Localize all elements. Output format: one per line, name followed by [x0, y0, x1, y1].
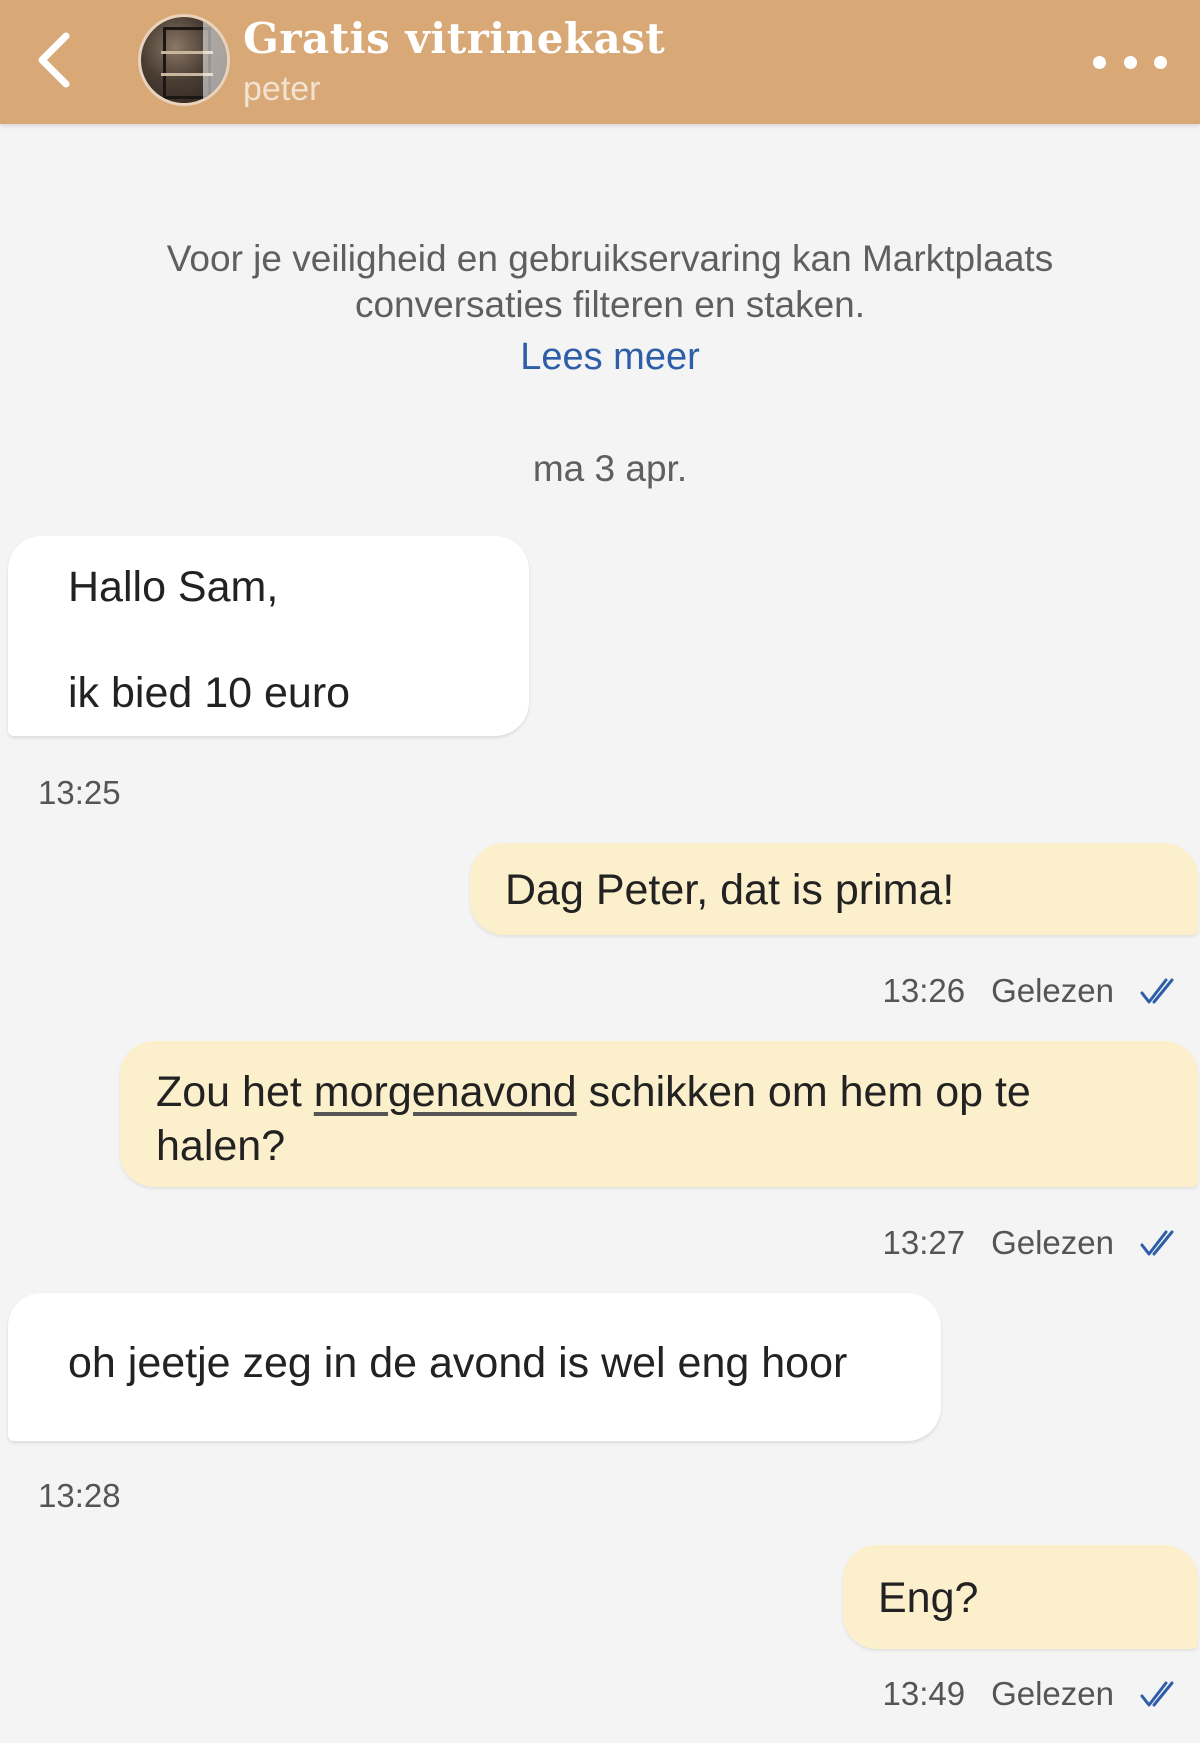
- safety-notice: Voor je veiligheid en gebruikservaring k…: [60, 236, 1160, 328]
- more-dots-icon: [1093, 55, 1106, 69]
- outgoing-message[interactable]: Eng?: [843, 1545, 1198, 1649]
- message-text: Hallo Sam,: [68, 563, 279, 611]
- date-separator: ma 3 apr.: [532, 448, 688, 489]
- message-meta: 13:49 Gelezen: [882, 1675, 1180, 1713]
- message-meta: 13:26 Gelezen: [882, 972, 1180, 1010]
- chevron-left-icon: [38, 32, 70, 88]
- message-time: 13:28: [38, 1477, 121, 1514]
- message-text: ik bied 10 euro: [68, 669, 351, 717]
- avatar[interactable]: [138, 14, 230, 106]
- more-dots-icon: [1154, 55, 1167, 69]
- header-bar: Gratis vitrinekast peter: [0, 0, 1200, 124]
- avatar-image-highlight: [203, 17, 227, 103]
- message-time: 13:27: [882, 1224, 966, 1261]
- message-text-part: Zou het: [156, 1068, 314, 1116]
- message-text: oh jeetje zeg in de avond is wel eng hoo…: [68, 1339, 848, 1387]
- more-options-button[interactable]: [1085, 38, 1175, 86]
- read-status: Gelezen: [991, 1224, 1114, 1261]
- safety-notice-line: Voor je veiligheid en gebruikservaring k…: [166, 238, 1054, 279]
- double-check-icon: [1140, 978, 1174, 1004]
- incoming-message[interactable]: Hallo Sam, ik bied 10 euro: [8, 536, 529, 736]
- safety-notice-line: conversaties filteren en staken.: [354, 284, 866, 325]
- outgoing-message[interactable]: Zou het morgenavond schikken om hem op t…: [120, 1041, 1198, 1187]
- message-meta: 13:27 Gelezen: [882, 1224, 1180, 1262]
- read-status: Gelezen: [991, 1675, 1114, 1712]
- outgoing-message[interactable]: Dag Peter, dat is prima!: [470, 843, 1198, 935]
- read-status: Gelezen: [991, 972, 1114, 1009]
- seller-name: peter: [243, 70, 321, 108]
- chat-screen: Gratis vitrinekast peter Voor je veiligh…: [0, 0, 1200, 1743]
- message-text: halen?: [156, 1122, 286, 1170]
- double-check-icon: [1140, 1681, 1174, 1707]
- message-time: 13:25: [38, 774, 121, 811]
- message-text: Eng?: [878, 1574, 979, 1622]
- back-button[interactable]: [18, 22, 90, 98]
- double-check-icon: [1140, 1230, 1174, 1256]
- date-suggestion-link[interactable]: morgenavond: [314, 1068, 577, 1116]
- message-time: 13:49: [882, 1675, 966, 1712]
- listing-title[interactable]: Gratis vitrinekast: [243, 14, 665, 63]
- message-text: Zou het morgenavond schikken om hem op t…: [156, 1065, 1198, 1119]
- message-time: 13:26: [882, 972, 966, 1009]
- incoming-message[interactable]: oh jeetje zeg in de avond is wel eng hoo…: [8, 1293, 941, 1441]
- read-more-link[interactable]: Lees meer: [0, 336, 1200, 379]
- message-text-part: schikken om hem op te: [576, 1068, 1031, 1116]
- more-dots-icon: [1123, 55, 1137, 69]
- message-text: Dag Peter, dat is prima!: [505, 866, 955, 914]
